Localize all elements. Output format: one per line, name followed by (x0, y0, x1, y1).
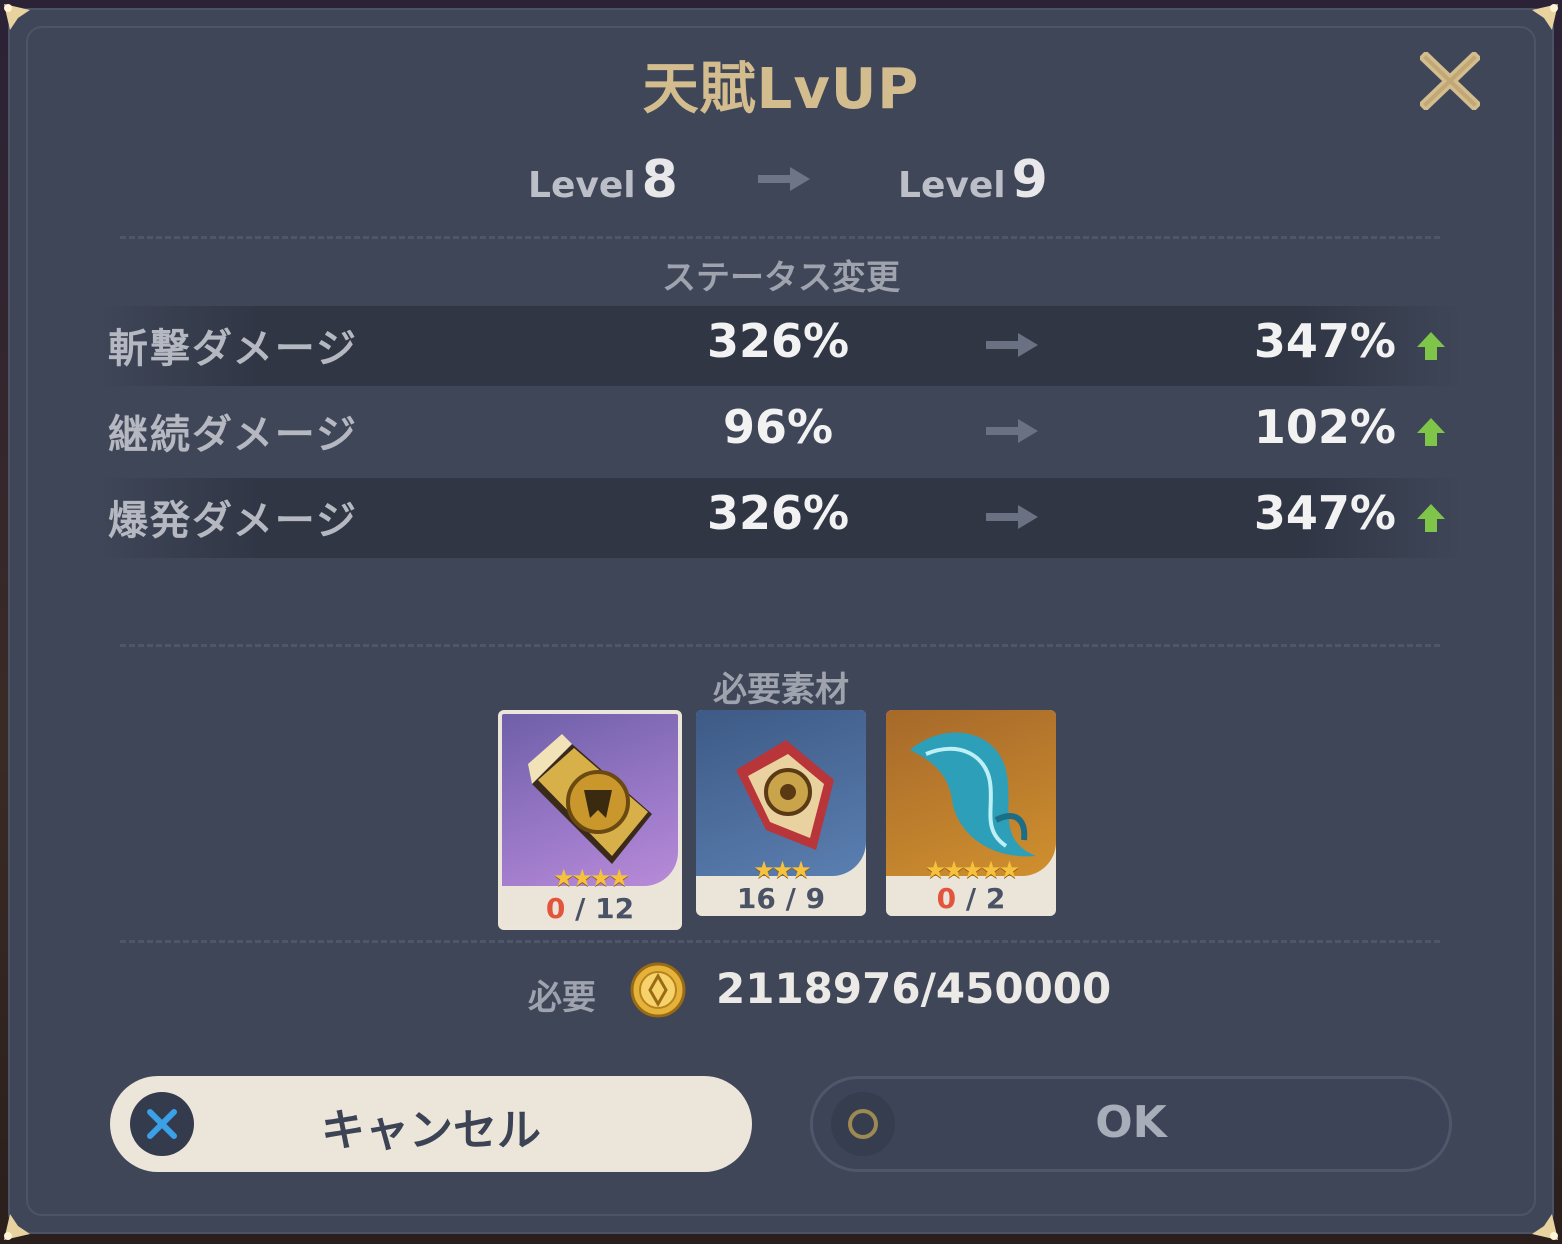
stat-name: 斬撃ダメージ (108, 326, 358, 372)
talent-book-icon (528, 734, 652, 864)
material-card[interactable]: ★★★★ 0 / 12 (498, 710, 682, 930)
level-to-value: 9 (1011, 150, 1048, 210)
corner-ornament-icon (0, 1200, 44, 1244)
material-need: / 9 (785, 882, 826, 915)
increase-arrow-icon (1417, 418, 1445, 446)
rarity-stars: ★★★★ (552, 864, 630, 892)
close-icon (1418, 50, 1482, 112)
level-from: Level 8 (528, 150, 678, 210)
materials-list: ★★★★ 0 / 12 ★★★ 16 / 9 ★★★★★ 0 / 2 (0, 710, 1562, 940)
material-count: 0 / 2 (886, 882, 1056, 915)
material-card[interactable]: ★★★ 16 / 9 (696, 710, 866, 916)
close-button[interactable] (1418, 50, 1482, 112)
stat-row: 斬撃ダメージ 326% 347% (98, 306, 1464, 386)
level-to: Level 9 (898, 150, 1048, 210)
increase-arrow-icon (1417, 504, 1445, 532)
increase-arrow-icon (1417, 332, 1445, 360)
stat-to-value: 102% (1253, 400, 1396, 454)
arrow-right-icon (758, 167, 810, 191)
material-count: 0 / 12 (502, 892, 678, 925)
stat-row: 爆発ダメージ 326% 347% (98, 478, 1464, 558)
arrow-right-icon (986, 333, 1038, 357)
corner-ornament-icon (1518, 0, 1562, 44)
divider (120, 236, 1440, 239)
material-have: 0 (936, 882, 957, 915)
material-have: 0 (545, 892, 566, 925)
stat-from-value: 326% (706, 486, 850, 540)
corner-ornament-icon (1518, 1200, 1562, 1244)
mora-coin-icon (630, 962, 686, 1018)
materials-section-label: 必要素材 (713, 670, 849, 710)
corner-ornament-icon (0, 0, 44, 44)
material-count: 16 / 9 (696, 882, 866, 915)
mora-cost: 必要 2118976/450000 (0, 960, 1562, 1020)
level-to-word: Level (898, 165, 1006, 206)
level-from-value: 8 (641, 150, 678, 210)
stat-to-value: 347% (1253, 314, 1396, 368)
material-need: / 12 (575, 892, 635, 925)
boss-feather-icon (910, 732, 1036, 857)
material-art (696, 710, 866, 876)
cost-amount: 2118976/450000 (716, 964, 1112, 1013)
stat-to-value: 347% (1253, 486, 1396, 540)
cancel-button[interactable]: キャンセル (110, 1076, 752, 1172)
stat-from-value: 326% (706, 314, 850, 368)
divider (120, 644, 1440, 647)
stat-row: 継続ダメージ 96% 102% (98, 392, 1464, 472)
rarity-stars: ★★★★★ (924, 856, 1021, 884)
rarity-stars: ★★★ (753, 856, 812, 884)
arrow-right-icon (986, 505, 1038, 529)
material-need: / 2 (965, 882, 1006, 915)
monster-drop-icon (736, 740, 834, 850)
status-section-label: ステータス変更 (662, 258, 900, 298)
arrow-right-icon (986, 419, 1038, 443)
stat-from-value: 96% (722, 400, 834, 454)
cancel-button-label: キャンセル (321, 1105, 541, 1156)
material-card[interactable]: ★★★★★ 0 / 2 (886, 710, 1056, 916)
stat-name: 継続ダメージ (108, 412, 358, 458)
material-art (886, 710, 1056, 876)
ok-button[interactable]: OK (810, 1076, 1452, 1172)
divider (120, 940, 1440, 943)
level-from-word: Level (528, 165, 636, 206)
cost-label: 必要 (528, 978, 596, 1018)
material-have: 16 (736, 882, 776, 915)
stat-name: 爆発ダメージ (108, 498, 358, 544)
level-change: Level 8 Level 9 (0, 150, 1562, 220)
material-art (502, 714, 678, 886)
ok-button-label: OK (1095, 1097, 1167, 1148)
dialog-title: 天賦LvUP (642, 57, 920, 122)
